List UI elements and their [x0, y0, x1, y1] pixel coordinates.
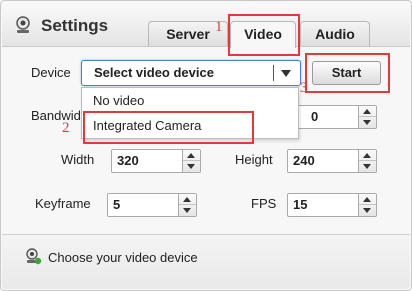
status-message: Choose your video device — [48, 250, 198, 265]
arrow-down-icon — [363, 208, 371, 213]
bandwidth-stepper-buttons — [358, 106, 376, 128]
bandwidth-increment-button[interactable] — [359, 106, 376, 117]
device-select-value: Select video device — [94, 65, 214, 80]
status-bar: Choose your video device — [2, 235, 410, 289]
fps-decrement-button[interactable] — [359, 205, 376, 216]
keyframe-label: Keyframe — [35, 196, 91, 211]
start-button[interactable]: Start — [312, 61, 381, 85]
device-select[interactable]: Select video device — [81, 60, 301, 86]
keyframe-decrement-button[interactable] — [179, 205, 196, 216]
annotation-number-3: 3 — [300, 80, 308, 96]
chevron-down-icon[interactable] — [281, 70, 291, 77]
fps-stepper[interactable]: 15 — [287, 193, 377, 217]
arrow-down-icon — [363, 164, 371, 169]
arrow-up-icon — [187, 153, 195, 158]
select-divider — [273, 65, 274, 81]
width-stepper-buttons — [182, 150, 200, 172]
height-decrement-button[interactable] — [359, 161, 376, 172]
keyframe-value: 5 — [113, 197, 121, 212]
keyframe-stepper[interactable]: 5 — [107, 193, 197, 217]
webcam-status-icon — [26, 248, 42, 265]
fps-label: FPS — [251, 196, 277, 211]
arrow-up-icon — [363, 153, 371, 158]
arrow-down-icon — [183, 208, 191, 213]
width-stepper[interactable]: 320 — [111, 149, 201, 173]
arrow-down-icon — [363, 120, 371, 125]
height-stepper-buttons — [358, 150, 376, 172]
annotation-number-2: 2 — [62, 120, 70, 136]
webcam-icon — [16, 16, 30, 33]
tab-audio[interactable]: Audio — [300, 21, 370, 46]
page-title: Settings — [41, 16, 109, 35]
bandwidth-decrement-button[interactable] — [359, 117, 376, 128]
device-dropdown-list: No video Integrated Camera — [81, 87, 299, 139]
fps-increment-button[interactable] — [359, 194, 376, 205]
height-value: 240 — [293, 153, 315, 168]
dropdown-option-integrated-camera[interactable]: Integrated Camera — [93, 118, 201, 133]
device-label: Device — [31, 65, 71, 80]
settings-panel: Settings Server Video Audio Device Selec… — [0, 0, 412, 291]
width-value: 320 — [117, 153, 139, 168]
arrow-up-icon — [363, 197, 371, 202]
bandwidth-label: Bandwid — [31, 108, 81, 123]
width-decrement-button[interactable] — [183, 161, 200, 172]
height-increment-button[interactable] — [359, 150, 376, 161]
arrow-up-icon — [183, 197, 191, 202]
keyframe-stepper-buttons — [178, 194, 196, 216]
height-label: Height — [235, 152, 273, 167]
keyframe-increment-button[interactable] — [179, 194, 196, 205]
bandwidth-value: 0 — [311, 109, 319, 124]
annotation-number-1: 1 — [215, 19, 223, 35]
width-label: Width — [61, 152, 95, 167]
height-stepper[interactable]: 240 — [287, 149, 377, 173]
fps-value: 15 — [293, 197, 308, 212]
width-increment-button[interactable] — [183, 150, 200, 161]
arrow-up-icon — [363, 109, 371, 114]
bandwidth-stepper[interactable]: 0 — [287, 105, 377, 129]
fps-stepper-buttons — [358, 194, 376, 216]
tab-video[interactable]: Video — [230, 21, 296, 48]
arrow-down-icon — [187, 164, 195, 169]
dropdown-option-no-video[interactable]: No video — [93, 93, 144, 108]
